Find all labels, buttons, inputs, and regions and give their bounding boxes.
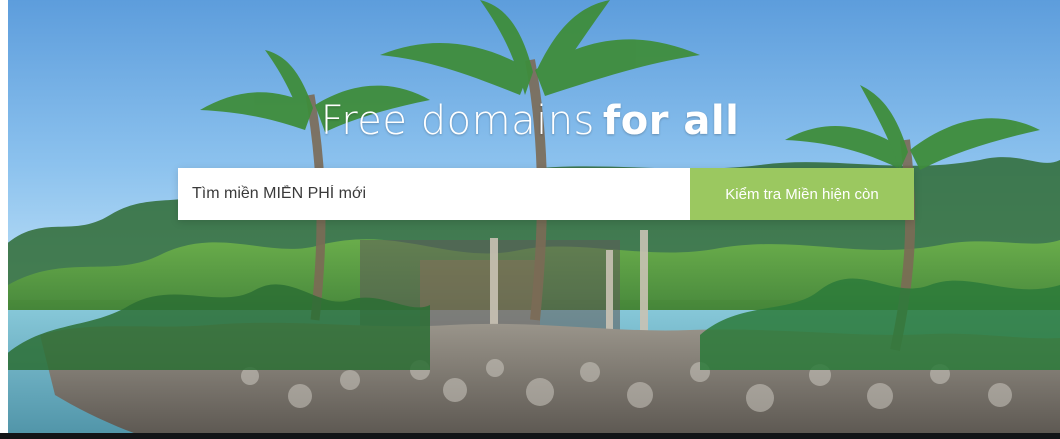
pillar <box>640 230 648 340</box>
hero-title-light: Free domains <box>320 98 595 144</box>
domain-search-input[interactable] <box>178 168 690 220</box>
left-border <box>0 0 8 439</box>
check-availability-button[interactable]: Kiểm tra Miền hiện còn <box>690 168 914 220</box>
domain-search-bar: Kiểm tra Miền hiện còn <box>178 168 914 220</box>
house-structure <box>420 260 540 330</box>
bottom-bar <box>0 433 1060 439</box>
hero-section: Free domainsfor all Kiểm tra Miền hiện c… <box>0 0 1060 439</box>
pillar <box>606 250 613 342</box>
hero-title: Free domains for all <box>0 98 1060 144</box>
hero-title-bold: for all <box>602 98 740 144</box>
